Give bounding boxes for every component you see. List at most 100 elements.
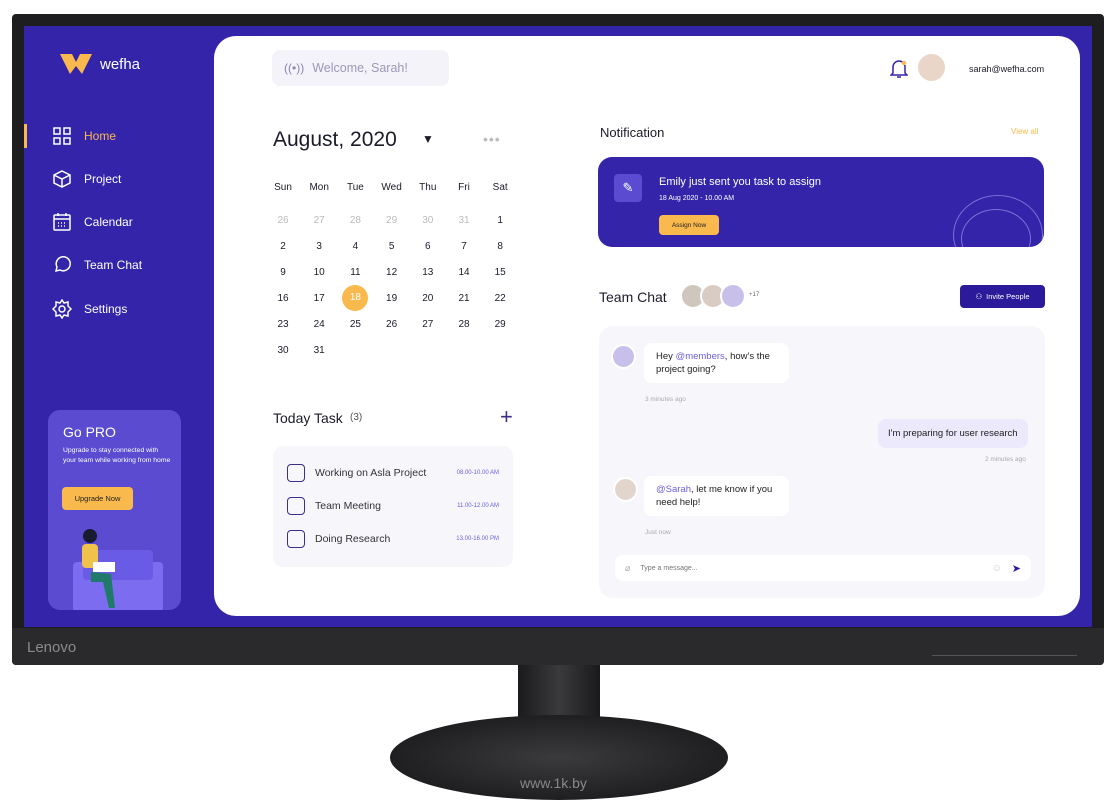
notification-title: Notification <box>600 125 665 140</box>
calendar-day[interactable]: 8 <box>485 241 515 252</box>
weekday-label: Wed <box>381 182 402 193</box>
calendar-day[interactable]: 27 <box>304 215 334 226</box>
calendar-day[interactable]: 13 <box>413 267 443 278</box>
calendar-day[interactable]: 3 <box>304 241 334 252</box>
calendar-day[interactable]: 29 <box>377 215 407 226</box>
calendar-day[interactable]: 26 <box>268 215 298 226</box>
calendar-day[interactable]: 28 <box>340 215 370 226</box>
broadcast-icon: ((•)) <box>284 61 305 75</box>
mention[interactable]: @Sarah <box>656 484 691 495</box>
attach-icon[interactable]: ⌀ <box>625 563 630 574</box>
weekday-label: Tue <box>346 182 364 193</box>
calendar-day[interactable]: 21 <box>449 293 479 304</box>
task-count: (3) <box>350 412 363 423</box>
calendar-day[interactable]: 20 <box>413 293 443 304</box>
notification-card: ✎ Emily just sent you task to assign 18 … <box>598 157 1044 247</box>
add-task-button[interactable]: + <box>500 404 513 430</box>
sender-avatar <box>611 344 636 369</box>
illustration-woman-laptop <box>73 529 163 610</box>
extra-members-count: +17 <box>749 292 760 298</box>
calendar-day[interactable]: 1 <box>485 215 515 226</box>
cube-icon <box>53 170 71 188</box>
team-chat-title: Team Chat <box>599 289 667 305</box>
calendar-day[interactable]: 14 <box>449 267 479 278</box>
sidebar-item-team-chat[interactable]: Team Chat <box>24 251 204 279</box>
invite-people-label: Invite People <box>986 292 1030 301</box>
calendar-day[interactable]: 28 <box>449 319 479 330</box>
message-text: Hey <box>656 351 676 362</box>
calendar-day[interactable]: 30 <box>413 215 443 226</box>
calendar-icon <box>53 213 71 231</box>
calendar-day[interactable]: 27 <box>413 319 443 330</box>
task-time: 08.00-10.00 AM <box>456 469 499 476</box>
monitor-buttons <box>932 655 1077 656</box>
notification-time: 18 Aug 2020 - 10.00 AM <box>659 195 735 202</box>
sidebar-item-label: Project <box>84 172 122 186</box>
calendar-day[interactable]: 26 <box>377 319 407 330</box>
message-input[interactable] <box>640 564 982 572</box>
calendar-day[interactable]: 7 <box>449 241 479 252</box>
sidebar-item-project[interactable]: Project <box>24 165 204 193</box>
task-item: Working on Asla Project 08.00-10.00 AM <box>273 456 513 489</box>
calendar-day[interactable]: 29 <box>485 319 515 330</box>
chat-icon <box>54 256 71 273</box>
sidebar-item-home[interactable]: Home <box>24 122 204 150</box>
app-name: wefha <box>100 55 141 73</box>
calendar-day[interactable]: 9 <box>268 267 298 278</box>
mention[interactable]: @members <box>676 351 725 362</box>
calendar-day[interactable]: 19 <box>377 293 407 304</box>
calendar-day[interactable]: 31 <box>449 215 479 226</box>
calendar-day[interactable]: 10 <box>304 267 334 278</box>
emoji-icon[interactable]: ☺ <box>992 563 1002 574</box>
go-pro-text: Upgrade to stay connected with your team… <box>63 447 171 464</box>
user-avatar[interactable] <box>916 52 947 83</box>
task-item: Team Meeting 11.00-12.00 AM <box>273 489 513 522</box>
sidebar-item-label: Team Chat <box>84 258 143 272</box>
view-all-link[interactable]: View all <box>1011 127 1038 136</box>
sidebar-item-settings[interactable]: Settings <box>24 295 204 323</box>
calendar-day[interactable]: 2 <box>268 241 298 252</box>
calendar-day[interactable]: 23 <box>268 319 298 330</box>
chat-panel: Hey @members, how's the project going? 3… <box>599 326 1045 598</box>
task-checkbox[interactable] <box>287 496 305 515</box>
message-time: 3 minutes ago <box>645 396 686 403</box>
task-list: Working on Asla Project 08.00-10.00 AM Tea… <box>273 446 513 567</box>
calendar-day[interactable]: 22 <box>485 293 515 304</box>
sender-avatar <box>613 477 638 502</box>
task-label: Team Meeting <box>315 499 381 512</box>
calendar-day[interactable]: 4 <box>340 241 370 252</box>
calendar-day[interactable]: 15 <box>485 267 515 278</box>
calendar-day[interactable]: 17 <box>304 293 334 304</box>
upgrade-now-button[interactable]: Upgrade Now <box>62 487 133 510</box>
calendar-day[interactable]: 24 <box>304 319 334 330</box>
assign-now-button[interactable]: Assign Now <box>659 215 719 235</box>
calendar-day[interactable]: 12 <box>377 267 407 278</box>
month-dropdown-icon[interactable]: ▼ <box>422 132 434 146</box>
weekday-label: Sun <box>274 182 292 193</box>
send-icon[interactable]: ➤ <box>1012 562 1021 575</box>
weekday-label: Sat <box>492 182 508 193</box>
invite-people-button[interactable]: ⚇ Invite People <box>960 285 1045 308</box>
message-composer: ⌀ ☺ ➤ <box>615 555 1031 581</box>
task-checkbox[interactable] <box>287 529 305 548</box>
gear-icon <box>52 299 72 319</box>
calendar-day[interactable]: 11 <box>340 267 370 278</box>
logo: wefha <box>60 52 140 76</box>
task-checkbox[interactable] <box>287 463 305 482</box>
calendar-day[interactable]: 30 <box>268 345 298 356</box>
add-user-icon: ⚇ <box>975 292 983 301</box>
chat-message: @Sarah, let me know if you need help! <box>644 476 789 516</box>
calendar-day[interactable]: 6 <box>413 241 443 252</box>
calendar-day[interactable]: 25 <box>340 319 370 330</box>
watermark: www.1k.by <box>520 775 587 791</box>
grid-icon <box>53 127 71 145</box>
calendar-day[interactable]: 16 <box>268 293 298 304</box>
bell-icon[interactable] <box>890 59 908 79</box>
calendar-day[interactable]: 31 <box>304 345 334 356</box>
more-icon[interactable]: ••• <box>483 131 501 147</box>
calendar-day[interactable]: 5 <box>377 241 407 252</box>
sidebar-item-calendar[interactable]: Calendar <box>24 208 204 236</box>
edit-icon: ✎ <box>614 174 642 202</box>
task-time: 13.00-16.00 PM <box>456 535 499 542</box>
message-time: Just now <box>645 529 671 536</box>
